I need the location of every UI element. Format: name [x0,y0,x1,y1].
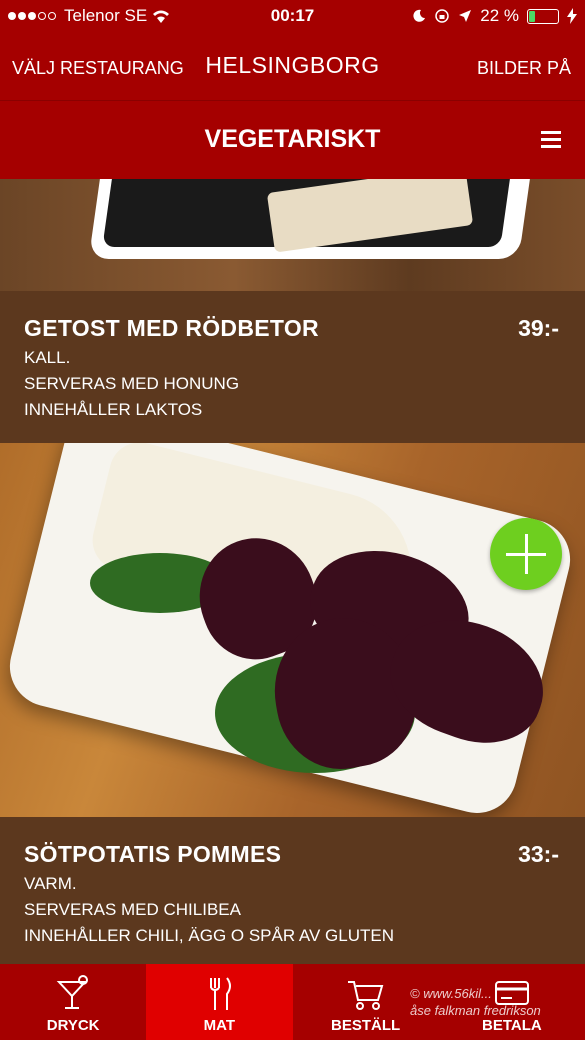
item-description-line: SERVERAS MED HONUNG [24,374,240,393]
watermark: © www.56kil... åse falkman fredrikson [410,985,541,1019]
item-description-line: SERVERAS MED CHILIBEA [24,900,241,919]
item-description: KALL. SERVERAS MED HONUNG INNEHÅLLER LAK… [24,345,239,423]
add-to-order-button[interactable] [490,518,562,590]
tab-label: BETALA [482,1017,542,1034]
watermark-line: © www.56kil... [410,986,492,1001]
battery-percent: 22 % [480,6,519,25]
cart-icon [347,981,383,1010]
cocktail-icon [56,975,89,1009]
item-price: 39:- [518,315,559,341]
tab-dryck[interactable]: DRYCK [0,964,146,1040]
charging-bolt-icon [567,8,577,24]
moon-icon [413,9,426,22]
item-name: SÖTPOTATIS POMMES [24,841,282,867]
battery-icon [527,8,559,24]
location-arrow-icon [459,10,472,22]
tab-mat[interactable]: MAT [146,964,293,1040]
tab-label: MAT [203,1017,236,1034]
food-photo-previous [0,179,585,291]
item-name: GETOST MED RÖDBETOR [24,315,319,341]
menu-item[interactable]: GETOST MED RÖDBETOR 39:- KALL. SERVERAS … [0,291,585,443]
category-header: VEGETARISKT [0,101,585,179]
item-description-line: INNEHÅLLER LAKTOS [24,400,203,419]
pictures-button[interactable]: BILDER PÅ [477,58,571,79]
item-description-line: INNEHÅLLER CHILI, ÄGG O SPÅR AV GLUTEN [24,926,395,945]
cutlery-icon [210,977,232,1010]
item-price: 33:- [518,841,559,867]
rotation-lock-icon [435,9,449,23]
menu-item[interactable]: SÖTPOTATIS POMMES 33:- VARM. SERVERAS ME… [0,817,585,964]
top-navigation: VÄLJ RESTAURANG HELSINGBORG BILDER PÅ [0,34,585,101]
tab-label: BESTÄLL [331,1017,401,1034]
item-description-line: KALL. [24,348,71,367]
item-description: VARM. SERVERAS MED CHILIBEA INNEHÅLLER C… [24,871,394,949]
hamburger-menu-icon[interactable] [541,131,561,149]
food-photo [0,443,585,817]
status-bar: Telenor SE 00:17 22 % [0,0,585,34]
tab-label: DRYCK [46,1017,100,1034]
watermark-line: åse falkman fredrikson [410,1003,541,1018]
status-right: 22 % [412,6,577,26]
category-title[interactable]: VEGETARISKT [0,125,585,154]
item-description-line: VARM. [24,874,77,893]
